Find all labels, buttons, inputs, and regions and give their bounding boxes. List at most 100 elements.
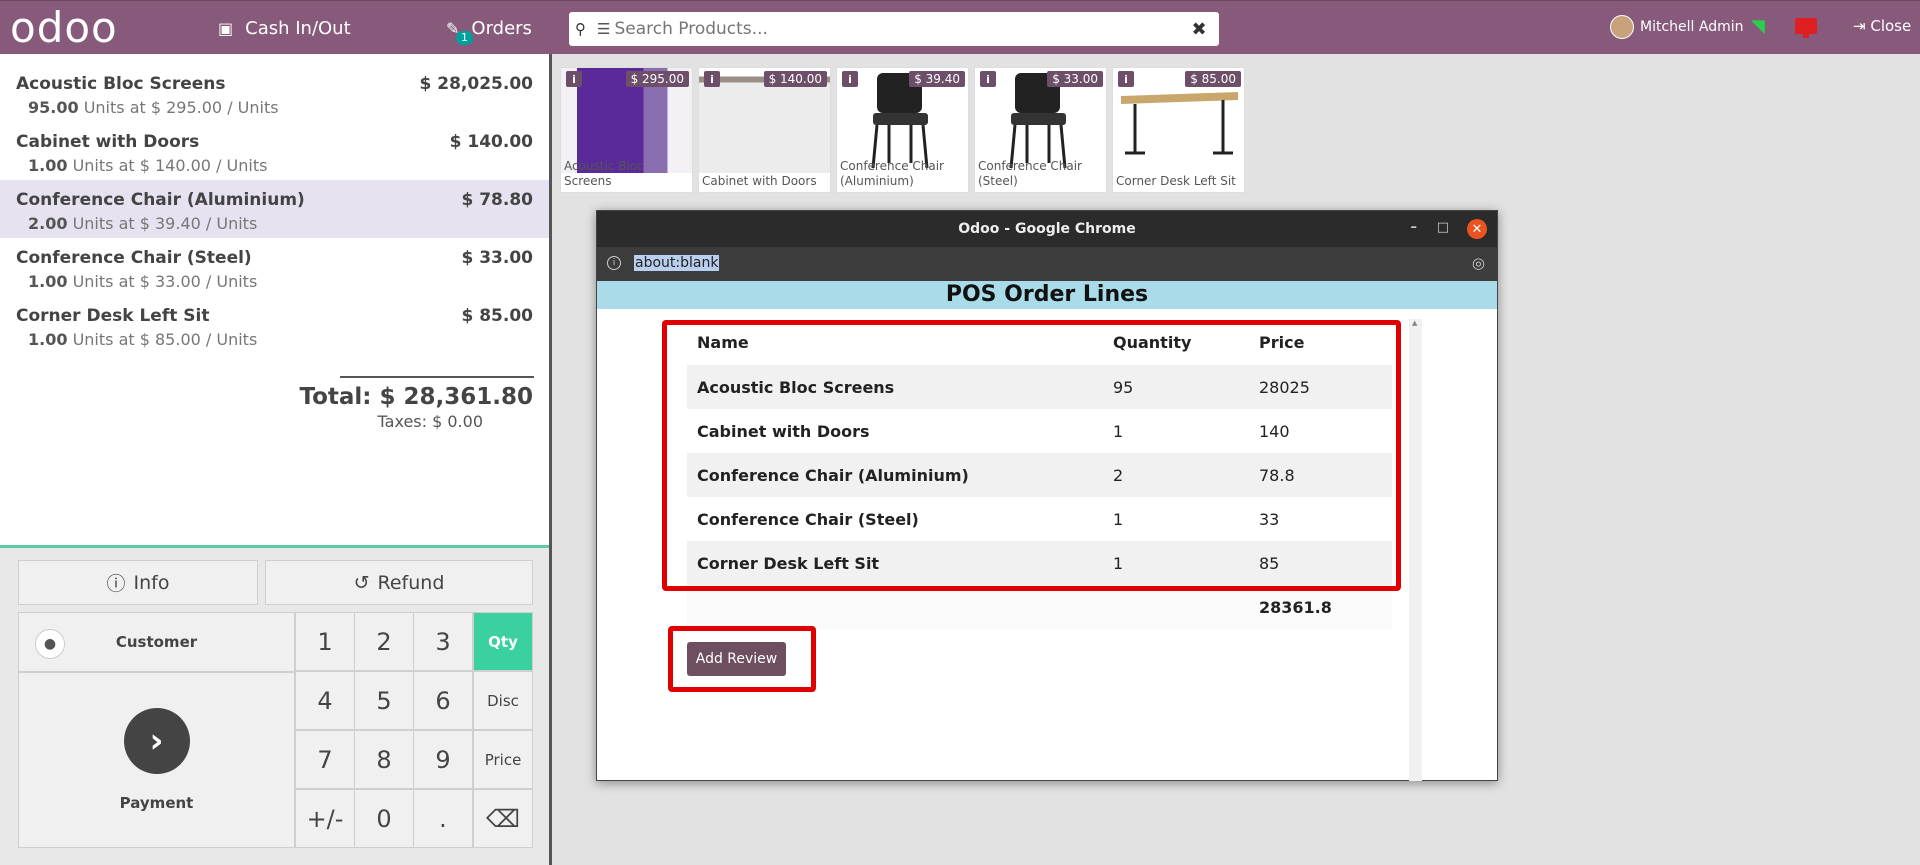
product-info-icon[interactable]: i bbox=[980, 71, 996, 87]
orders-label: Orders bbox=[471, 17, 532, 39]
numpad-key-1[interactable]: 1 bbox=[295, 612, 355, 671]
order-line-price: $ 140.00 bbox=[449, 132, 533, 152]
numpad-key-2[interactable]: 2 bbox=[354, 612, 414, 671]
odoo-logo: odoo bbox=[10, 3, 118, 52]
control-pad: ⓘ Info ↺ Refund ● Customer › Payment 1 2 3… bbox=[0, 545, 549, 865]
order-pane: Acoustic Bloc Screens $ 28,025.00 95.00 … bbox=[0, 54, 552, 865]
numpad-key-7[interactable]: 7 bbox=[295, 730, 355, 789]
ticket-icon: ✎ 1 bbox=[446, 19, 473, 45]
numpad-key-plus-minus[interactable]: +/- bbox=[295, 789, 355, 848]
order-line-price: $ 28,025.00 bbox=[419, 74, 533, 94]
cash-in-out-label: Cash In/Out bbox=[245, 17, 351, 39]
numpad-key-6[interactable]: 6 bbox=[413, 671, 473, 730]
customer-display-icon[interactable] bbox=[1795, 18, 1817, 38]
window-title: Odoo - Google Chrome bbox=[958, 221, 1136, 237]
backspace-icon[interactable]: ⌫ bbox=[473, 789, 533, 848]
user-icon: ● bbox=[35, 629, 65, 659]
window-titlebar: Odoo - Google Chrome – □ ✕ bbox=[597, 211, 1497, 247]
search-input[interactable] bbox=[614, 19, 1179, 39]
numpad-key-4[interactable]: 4 bbox=[295, 671, 355, 730]
customer-button[interactable]: ● Customer bbox=[18, 612, 295, 672]
order-taxes: Taxes: $ 0.00 bbox=[377, 412, 483, 431]
user-menu[interactable]: Mitchell Admin bbox=[1610, 15, 1744, 39]
product-name: Cabinet with Doors bbox=[702, 174, 817, 188]
numpad-key-8[interactable]: 8 bbox=[354, 730, 414, 789]
mode-qty-button[interactable]: Qty bbox=[473, 612, 533, 671]
address-bar: i about:blank ◎ bbox=[597, 247, 1497, 281]
order-line-info: 1.00 Units at $ 140.00 / Units bbox=[28, 156, 268, 175]
product-price-tag: $ 295.00 bbox=[625, 71, 689, 87]
order-line[interactable]: Acoustic Bloc Screens $ 28,025.00 95.00 … bbox=[0, 64, 549, 122]
order-line-name: Conference Chair (Steel) bbox=[16, 248, 252, 268]
highlight-box-table bbox=[662, 320, 1401, 591]
user-name: Mitchell Admin bbox=[1640, 19, 1744, 35]
product-card[interactable]: i $ 140.00 Cabinet with Doors bbox=[698, 67, 831, 193]
mode-price-button[interactable]: Price bbox=[473, 730, 533, 789]
order-line[interactable]: Corner Desk Left Sit $ 85.00 1.00 Units … bbox=[0, 296, 549, 354]
eye-off-icon[interactable]: ◎ bbox=[1472, 254, 1485, 272]
product-search-bar: ⚲ ☰ ✖ bbox=[569, 12, 1219, 46]
maximize-icon[interactable]: □ bbox=[1437, 220, 1449, 235]
numpad-key-9[interactable]: 9 bbox=[413, 730, 473, 789]
total-divider bbox=[340, 376, 534, 378]
product-info-icon[interactable]: i bbox=[1118, 71, 1134, 87]
info-icon[interactable]: i bbox=[607, 256, 621, 270]
product-card[interactable]: i $ 295.00 Acoustic Bloc Screens bbox=[560, 67, 693, 193]
product-name: Corner Desk Left Sit bbox=[1116, 174, 1236, 188]
product-price-tag: $ 85.00 bbox=[1185, 71, 1241, 87]
product-info-icon[interactable]: i bbox=[842, 71, 858, 87]
undo-icon: ↺ bbox=[353, 571, 370, 594]
chrome-popup-window: Odoo - Google Chrome – □ ✕ i about:blank… bbox=[596, 210, 1498, 781]
product-info-icon[interactable]: i bbox=[704, 71, 720, 87]
product-info-icon[interactable]: i bbox=[566, 71, 582, 87]
url-field[interactable]: about:blank bbox=[634, 255, 720, 271]
wifi-icon[interactable]: ◥ bbox=[1751, 16, 1765, 37]
minimize-icon[interactable]: – bbox=[1411, 220, 1418, 235]
database-icon[interactable]: ☰ bbox=[597, 20, 610, 38]
order-total: Total: $ 28,361.80 bbox=[299, 384, 533, 410]
chevron-right-icon: › bbox=[123, 708, 190, 774]
money-icon: ▣ bbox=[218, 18, 234, 38]
product-card[interactable]: i $ 39.40 Conference Chair (Aluminium) bbox=[836, 67, 969, 193]
order-line[interactable]: Conference Chair (Steel) $ 33.00 1.00 Un… bbox=[0, 238, 549, 296]
close-icon[interactable]: ✕ bbox=[1467, 219, 1487, 239]
mode-disc-button[interactable]: Disc bbox=[473, 671, 533, 730]
avatar bbox=[1610, 15, 1634, 39]
scrollbar[interactable] bbox=[1409, 319, 1422, 781]
cash-in-out-button[interactable]: ▣ Cash In/Out bbox=[218, 1, 351, 55]
order-line-info: 95.00 Units at $ 295.00 / Units bbox=[28, 98, 279, 117]
orders-count-badge: 1 bbox=[456, 30, 473, 45]
table-total-row: 28361.8 bbox=[687, 585, 1392, 629]
numpad-key-0[interactable]: 0 bbox=[354, 789, 414, 848]
order-line-price: $ 33.00 bbox=[461, 248, 533, 268]
order-line-info: 2.00 Units at $ 39.40 / Units bbox=[28, 214, 258, 233]
product-card[interactable]: i $ 85.00 Corner Desk Left Sit bbox=[1112, 67, 1245, 193]
highlight-box-button bbox=[668, 626, 816, 692]
info-button[interactable]: ⓘ Info bbox=[18, 560, 258, 605]
refund-button[interactable]: ↺ Refund bbox=[265, 560, 533, 605]
info-icon: ⓘ bbox=[106, 573, 126, 595]
product-name: Acoustic Bloc Screens bbox=[564, 159, 644, 188]
product-card[interactable]: i $ 33.00 Conference Chair (Steel) bbox=[974, 67, 1107, 193]
product-price-tag: $ 33.00 bbox=[1047, 71, 1103, 87]
order-line[interactable]: Cabinet with Doors $ 140.00 1.00 Units a… bbox=[0, 122, 549, 180]
product-name: Conference Chair (Aluminium) bbox=[840, 159, 944, 188]
search-icon: ⚲ bbox=[575, 20, 586, 38]
product-price-tag: $ 39.40 bbox=[909, 71, 965, 87]
product-price-tag: $ 140.00 bbox=[763, 71, 827, 87]
orders-button[interactable]: ✎ 1 Orders bbox=[446, 1, 532, 55]
product-name: Conference Chair (Steel) bbox=[978, 159, 1082, 188]
numpad-key-5[interactable]: 5 bbox=[354, 671, 414, 730]
payment-button[interactable]: › Payment bbox=[18, 672, 295, 848]
order-line-name: Corner Desk Left Sit bbox=[16, 306, 210, 326]
cell-total: 28361.8 bbox=[1259, 597, 1332, 617]
numpad-key-3[interactable]: 3 bbox=[413, 612, 473, 671]
order-line-selected[interactable]: Conference Chair (Aluminium) $ 78.80 2.0… bbox=[0, 180, 549, 238]
close-label: Close bbox=[1870, 17, 1912, 35]
order-line-info: 1.00 Units at $ 85.00 / Units bbox=[28, 330, 258, 349]
close-button[interactable]: ⇥ Close bbox=[1853, 17, 1911, 35]
order-line-price: $ 78.80 bbox=[461, 190, 533, 210]
clear-search-icon[interactable]: ✖ bbox=[1179, 19, 1219, 40]
page-title: POS Order Lines bbox=[597, 281, 1497, 309]
numpad-key-decimal[interactable]: . bbox=[413, 789, 473, 848]
